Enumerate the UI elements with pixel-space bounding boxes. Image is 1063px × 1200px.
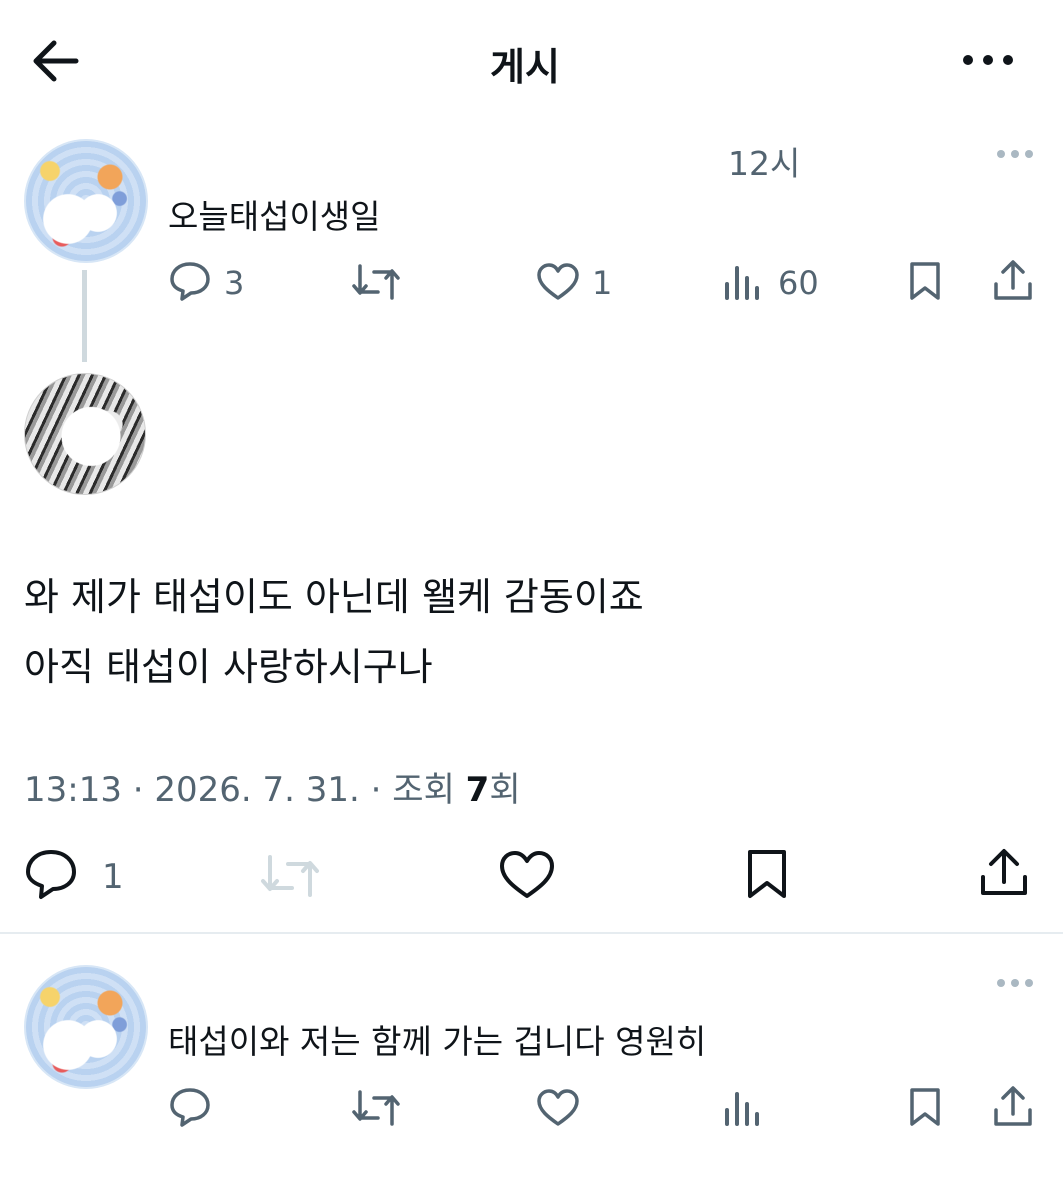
reply-avatar[interactable] [24, 965, 148, 1089]
reply-retweet-icon[interactable] [352, 1088, 400, 1128]
page-title: 게시 [490, 45, 560, 89]
parent-more-icon[interactable] [995, 148, 1035, 160]
parent-bookmark-icon[interactable] [906, 260, 944, 302]
parent-like-icon[interactable] [535, 262, 581, 302]
main-reply-count: 1 [102, 857, 124, 897]
parent-reply-icon[interactable] [168, 260, 212, 302]
parent-share-icon[interactable] [992, 258, 1034, 302]
parent-post-text: 오늘태섭이생일 [168, 197, 381, 236]
reply-like-icon[interactable] [535, 1088, 581, 1128]
thread-connector [82, 270, 87, 362]
view-unit: 회 [489, 770, 521, 810]
parent-views-icon[interactable] [722, 264, 762, 300]
reply-more-icon[interactable] [995, 977, 1035, 989]
parent-retweet-icon[interactable] [352, 262, 400, 302]
reply-share-icon[interactable] [992, 1084, 1034, 1128]
view-count: 7 [465, 770, 490, 810]
main-post-text-line-1: 와 제가 태섭이도 아닌데 왤케 감동이죠 [24, 575, 644, 619]
main-post-text-line-2: 아직 태섭이 사랑하시구나 [24, 645, 433, 689]
parent-avatar[interactable] [24, 139, 148, 263]
main-retweet-icon-disabled [260, 852, 320, 900]
main-post-avatar[interactable] [24, 373, 146, 495]
parent-post-time: 12시 [728, 144, 801, 183]
parent-like-count: 1 [592, 264, 613, 302]
main-bookmark-icon[interactable] [744, 848, 790, 900]
back-arrow-icon[interactable] [30, 38, 80, 84]
main-share-icon[interactable] [978, 846, 1030, 898]
more-options-icon[interactable] [960, 52, 1016, 68]
parent-view-count: 60 [778, 264, 819, 302]
main-like-icon[interactable] [498, 850, 556, 900]
post-timestamp: 13:13 · 2026. 7. 31. · 조회 [24, 770, 466, 810]
reply-bookmark-icon[interactable] [906, 1086, 944, 1128]
reply-reply-icon[interactable] [168, 1086, 212, 1128]
parent-reply-count: 3 [224, 264, 245, 302]
main-reply-icon[interactable] [24, 848, 78, 900]
main-post-meta: 13:13 · 2026. 7. 31. · 조회 7회 [24, 762, 521, 811]
reply-post-text: 태섭이와 저는 함께 가는 겁니다 영원히 [168, 1022, 707, 1061]
section-divider [0, 932, 1063, 934]
reply-views-icon[interactable] [722, 1090, 762, 1126]
